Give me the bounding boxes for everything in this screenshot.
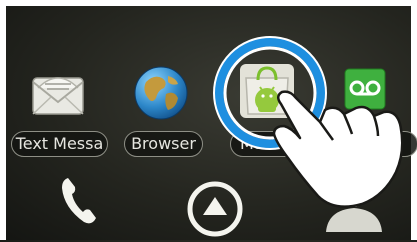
hand-pointer-icon	[272, 90, 404, 208]
